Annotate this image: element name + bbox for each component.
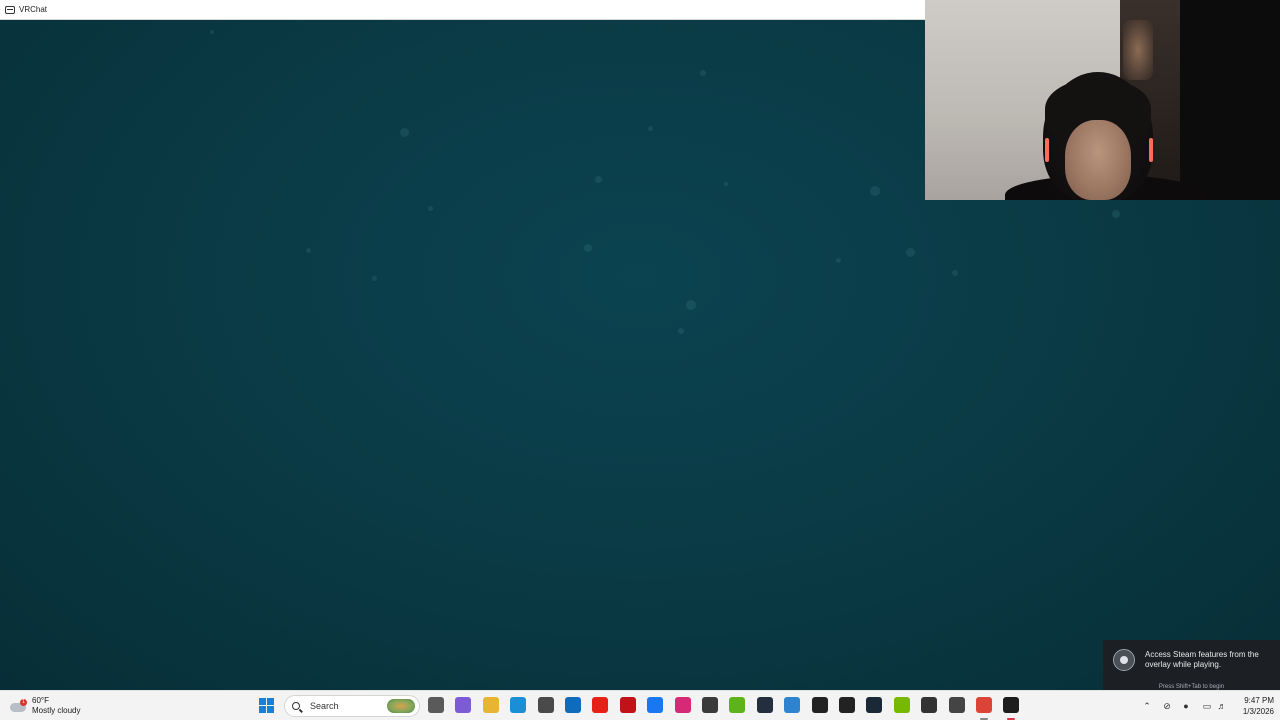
taskbar-app-vrchat[interactable]: [1003, 697, 1019, 713]
taskbar: 1 60°F Mostly cloudy Search ⌃ ⊘ ● ▭ ♬ 9:…: [0, 690, 1280, 720]
taskbar-app-outlook[interactable]: [565, 697, 581, 713]
taskbar-app-media-app[interactable]: [702, 697, 718, 713]
taskbar-app-walmart[interactable]: [784, 697, 800, 713]
taskbar-app-gear-app[interactable]: [949, 697, 965, 713]
vrchat-icon: [5, 5, 15, 14]
taskbar-app-steam[interactable]: [866, 697, 882, 713]
search-icon: [292, 702, 300, 710]
volume-icon[interactable]: ♬: [1215, 697, 1229, 715]
weather-temperature: 60°F: [32, 696, 49, 705]
taskbar-app-facebook[interactable]: [647, 697, 663, 713]
taskbar-app-netflix[interactable]: [620, 697, 636, 713]
clock-time: 9:47 PM: [1244, 696, 1274, 705]
taskbar-app-logitech-g-hub[interactable]: [839, 697, 855, 713]
search-label: Search: [310, 701, 339, 711]
taskbar-app-chrome[interactable]: [976, 697, 992, 713]
taskbar-app-nvidia[interactable]: [894, 697, 910, 713]
window-titlebar[interactable]: VRChat: [0, 0, 925, 20]
taskbar-app-edge[interactable]: [510, 697, 526, 713]
network-off-icon[interactable]: ⊘: [1160, 697, 1174, 715]
display-icon[interactable]: ▭: [1200, 697, 1214, 715]
steam-icon: [1113, 649, 1135, 671]
taskbar-search[interactable]: Search: [284, 695, 420, 717]
webcam-overlay: [925, 0, 1280, 200]
taskbar-app-task-view[interactable]: [428, 697, 444, 713]
chevron-up-icon[interactable]: ⌃: [1141, 697, 1153, 715]
weather-badge: 1: [20, 699, 27, 706]
taskbar-app-instagram[interactable]: [675, 697, 691, 713]
taskbar-clock[interactable]: 9:47 PM 1/3/2026: [1234, 695, 1274, 717]
window-title: VRChat: [19, 5, 48, 14]
weather-widget[interactable]: 1 60°F Mostly cloudy: [10, 695, 80, 717]
clock-date: 1/3/2026: [1242, 707, 1274, 716]
taskbar-app-nvidia-app[interactable]: [729, 697, 745, 713]
taskbar-app-amazon[interactable]: [757, 697, 773, 713]
search-highlight-image: [387, 699, 415, 713]
taskbar-app-microsoft-store[interactable]: [538, 697, 554, 713]
vrchat-window[interactable]: VRChat: [0, 0, 925, 690]
taskbar-app-copilot[interactable]: [455, 697, 471, 713]
cloud-icon: 1: [10, 699, 28, 713]
steam-overlay-notification[interactable]: Access Steam features from the overlay w…: [1103, 640, 1280, 690]
taskbar-app-file-explorer[interactable]: [483, 697, 499, 713]
weather-condition: Mostly cloudy: [32, 706, 81, 715]
mic-icon[interactable]: ●: [1180, 697, 1192, 715]
taskbar-app-roblox[interactable]: [812, 697, 828, 713]
start-button[interactable]: [259, 698, 275, 714]
taskbar-app-epic-games[interactable]: [921, 697, 937, 713]
taskbar-app-youtube[interactable]: [592, 697, 608, 713]
steam-toast-message: Access Steam features from the overlay w…: [1145, 650, 1259, 669]
